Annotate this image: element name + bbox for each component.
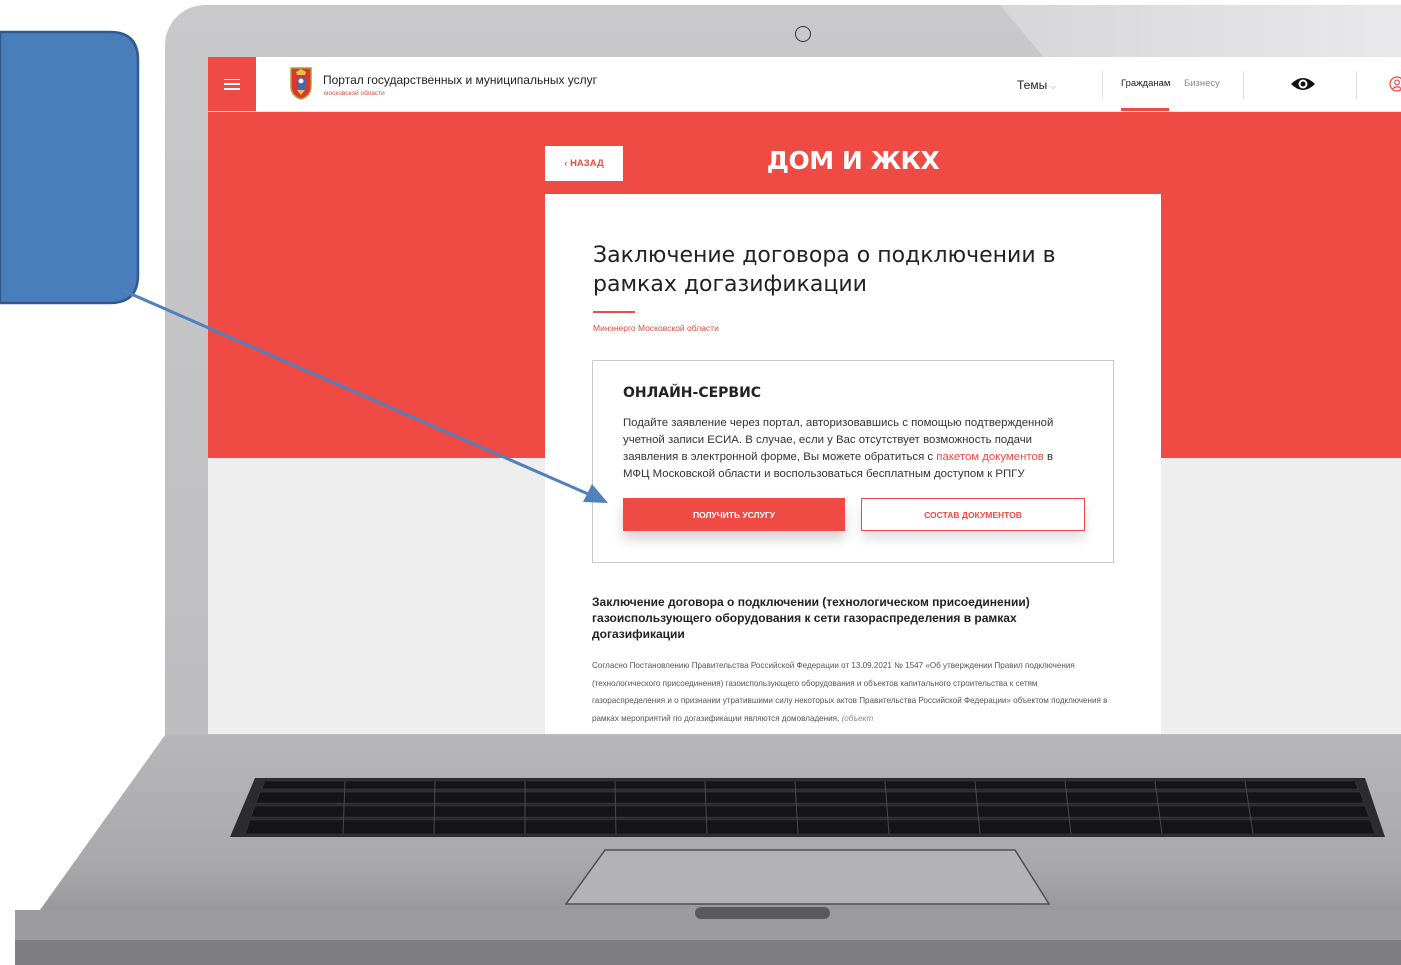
online-service-text: Подайте заявление через портал, авторизо… — [623, 415, 1073, 483]
title-underline — [593, 311, 635, 313]
portal-title[interactable]: Портал государственных и муниципальных у… — [323, 73, 597, 87]
description-text: Согласно Постановлению Правительства Рос… — [592, 657, 1112, 727]
callout-box — [0, 30, 140, 305]
documents-package-link[interactable]: пакетом документов — [936, 451, 1044, 463]
lid-glare — [1000, 5, 1401, 65]
coat-of-arms-icon — [290, 67, 312, 100]
nav-citizens[interactable]: Гражданам — [1121, 78, 1170, 89]
portal-subtitle: московской области — [324, 90, 385, 97]
ministry-link[interactable]: Минэнерго Московской области — [593, 323, 719, 333]
service-title: Заключение договора о подключении в рамк… — [593, 243, 1056, 297]
service-card: Заключение договора о подключении в рамк… — [545, 194, 1161, 734]
back-button[interactable]: ‹ НАЗАД — [545, 146, 623, 181]
hamburger-icon — [224, 78, 240, 90]
nav-active-indicator — [1121, 108, 1169, 111]
online-service-box: ОНЛАЙН-СЕРВИС Подайте заявление через по… — [592, 360, 1114, 563]
get-service-button[interactable]: ПОЛУЧИТЬ УСЛУГУ — [623, 498, 845, 531]
laptop-screen: Портал государственных и муниципальных у… — [208, 57, 1401, 734]
accessibility-eye-icon[interactable] — [1290, 74, 1316, 94]
user-icon[interactable] — [1389, 76, 1401, 92]
themes-label: Темы — [1017, 78, 1048, 92]
nav-business[interactable]: Бизнесу — [1184, 78, 1220, 89]
portal-header: Портал государственных и муниципальных у… — [208, 57, 1401, 112]
documents-list-button[interactable]: СОСТАВ ДОКУМЕНТОВ — [861, 498, 1085, 531]
themes-dropdown[interactable]: Темы ⌵ — [1017, 78, 1056, 92]
keyboard — [230, 778, 1385, 837]
trackpad — [565, 849, 1050, 905]
divider — [1356, 71, 1357, 99]
camera-icon — [795, 26, 811, 42]
divider — [1243, 71, 1244, 99]
chevron-down-icon: ⌵ — [1050, 82, 1057, 91]
description-heading: Заключение договора о подключении (техно… — [592, 595, 1030, 641]
description-italic: (объект — [841, 713, 874, 723]
menu-button[interactable] — [208, 57, 256, 111]
online-service-heading: ОНЛАЙН-СЕРВИС — [623, 385, 762, 401]
section-title: ДОМ И ЖКХ — [766, 146, 940, 175]
divider — [1102, 71, 1103, 99]
